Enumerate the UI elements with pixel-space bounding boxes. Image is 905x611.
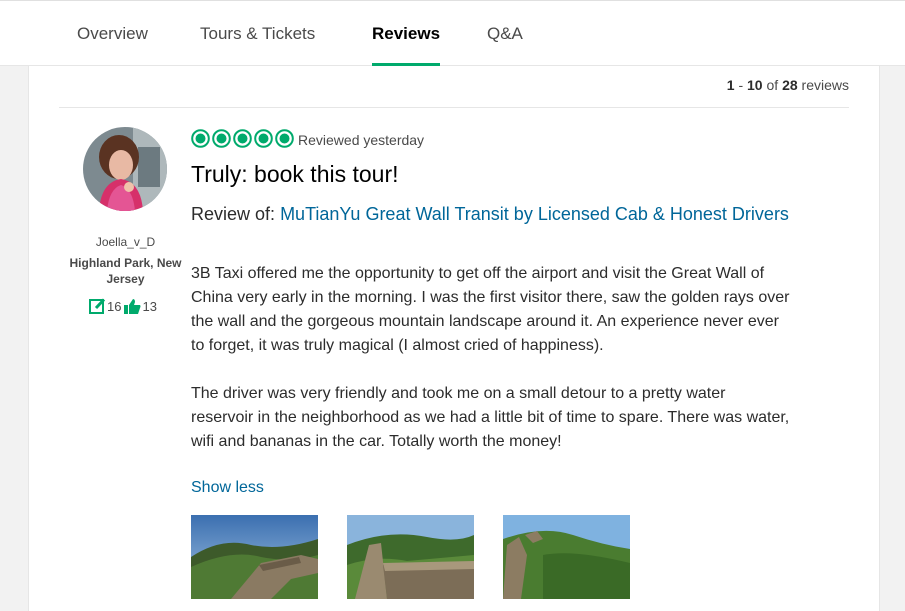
review-count: 1 - 10 of 28 reviews <box>726 77 849 93</box>
tab-qa[interactable]: Q&A <box>487 1 523 67</box>
review-card: 1 - 10 of 28 reviews Joella_v_D Highland… <box>28 66 880 611</box>
user-stats: 16 13 <box>89 298 157 314</box>
rating-bubble-icon <box>275 129 294 148</box>
review-photo[interactable] <box>347 515 474 599</box>
count-suffix: reviews <box>801 77 849 93</box>
rating-bubbles <box>191 129 294 148</box>
contributions-count: 16 <box>107 298 122 314</box>
total-count: 28 <box>782 77 798 93</box>
range-start: 1 <box>726 77 735 93</box>
review-title[interactable]: Truly: book this tour! <box>191 161 399 188</box>
rating-bubble-icon <box>233 129 252 148</box>
review-of-label: Review of: <box>191 204 276 224</box>
review-of: Review of: MuTianYu Great Wall Transit b… <box>191 202 791 226</box>
tab-overview[interactable]: Overview <box>77 1 148 67</box>
avatar[interactable] <box>83 127 167 211</box>
review-paragraph: The driver was very friendly and took me… <box>191 385 790 450</box>
tab-reviews[interactable]: Reviews <box>372 1 441 67</box>
pencil-box-icon <box>89 298 106 314</box>
username[interactable]: Joella_v_D <box>59 235 192 249</box>
review-photo[interactable] <box>191 515 318 599</box>
rating-bubble-icon <box>254 129 273 148</box>
tab-tours-tickets[interactable]: Tours & Tickets <box>200 1 315 67</box>
review-of-link[interactable]: MuTianYu Great Wall Transit by Licensed … <box>280 204 789 224</box>
helpful-votes-count: 13 <box>142 298 157 314</box>
range-end: 10 <box>747 77 763 93</box>
user-location: Highland Park, New Jersey <box>69 256 182 286</box>
rating-bubble-icon <box>191 129 210 148</box>
reviewed-date: Reviewed yesterday <box>298 132 425 148</box>
show-less-link[interactable]: Show less <box>191 479 264 497</box>
rating-bubble-icon <box>212 129 231 148</box>
review-paragraph: 3B Taxi offered me the opportunity to ge… <box>191 265 790 354</box>
tab-bar: Overview Tours & Tickets Reviews Q&A <box>0 0 905 67</box>
review-body: 3B Taxi offered me the opportunity to ge… <box>191 262 791 454</box>
count-of: of <box>766 77 779 93</box>
thumbs-up-icon <box>124 298 141 314</box>
divider <box>59 107 849 108</box>
review-photo[interactable] <box>503 515 630 599</box>
